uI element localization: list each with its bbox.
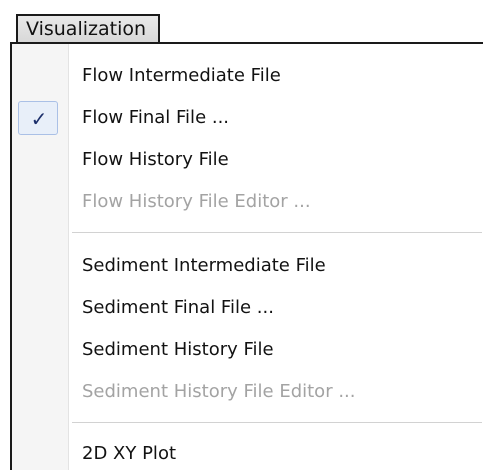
- menu-item-label: Sediment History File Editor ...: [82, 381, 356, 402]
- menu-item-label: Sediment Intermediate File: [82, 255, 326, 276]
- menu-item-flow-intermediate-file[interactable]: Flow Intermediate File: [12, 56, 482, 96]
- menu-item-sediment-final-file[interactable]: Sediment Final File ...: [12, 288, 482, 328]
- checkmark-icon: ✓: [30, 107, 48, 131]
- menu-item-flow-history-file-editor: Flow History File Editor ...: [12, 182, 482, 222]
- menu-separator: [72, 232, 482, 234]
- checked-indicator: ✓: [18, 101, 58, 135]
- menu-item-label: Flow History File: [82, 149, 229, 170]
- menu-item-label: Sediment Final File ...: [82, 297, 274, 318]
- menu-item-sediment-intermediate-file[interactable]: Sediment Intermediate File: [12, 246, 482, 286]
- menu-item-label: Flow Final File ...: [82, 107, 230, 128]
- menu-item-label: Sediment History File: [82, 339, 274, 360]
- menu-item-flow-history-file[interactable]: Flow History File: [12, 140, 482, 180]
- menu-item-label: 2D XY Plot: [82, 443, 177, 464]
- menu-item-label: Flow Intermediate File: [82, 65, 281, 86]
- visualization-menu-screen: Visualization Flow Intermediate File ✓ F…: [0, 0, 483, 470]
- menu-item-sediment-history-file-editor: Sediment History File Editor ...: [12, 372, 482, 412]
- menu-title-visualization[interactable]: Visualization: [16, 14, 160, 42]
- menu-item-sediment-history-file[interactable]: Sediment History File: [12, 330, 482, 370]
- visualization-dropdown-menu: Flow Intermediate File ✓ Flow Final File…: [10, 42, 483, 470]
- menu-item-label: Flow History File Editor ...: [82, 191, 311, 212]
- menu-item-2d-xy-plot[interactable]: 2D XY Plot: [12, 434, 482, 470]
- menu-separator: [72, 422, 482, 424]
- menu-item-flow-final-file[interactable]: ✓ Flow Final File ...: [12, 98, 482, 138]
